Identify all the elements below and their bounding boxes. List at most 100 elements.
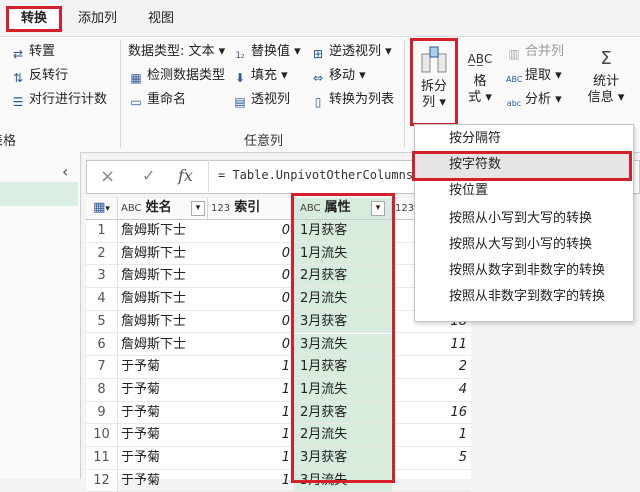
menu-item-split-digit-to-nondigit[interactable]: 按照从数字到非数字的转换 [415,258,631,284]
commit-icon[interactable]: ✓ [142,166,155,185]
row-number[interactable]: 8 [86,378,118,402]
row-number[interactable]: 2 [86,242,118,266]
cell-name[interactable]: 于予菊 [118,424,208,447]
fill-button[interactable]: ⬇ 填充 ▾ [232,66,288,86]
data-type-dropdown[interactable]: 数据类型: 文本 ▾ [128,42,225,62]
convert-to-list-button[interactable]: ▯ 转换为列表 [310,90,394,110]
extract-button[interactable]: ABC 提取 ▾ [506,66,562,86]
rename-button[interactable]: ▭ 重命名 [128,90,186,110]
tab-add-column[interactable]: 添加列 [78,6,117,32]
tab-transform[interactable]: 转换 [6,6,62,32]
cell-attribute[interactable]: 2月获客 [294,265,392,289]
menu-item-split-by-position[interactable]: 按位置 [415,178,631,204]
cell-value[interactable]: 11 [392,334,471,357]
row-number[interactable]: 6 [86,333,118,357]
parse-button[interactable]: abc 分析 ▾ [506,90,562,110]
detect-type-button[interactable]: ▦ 检测数据类型 [128,66,225,86]
fx-icon[interactable]: fx [178,166,193,185]
cell-name[interactable]: 詹姆斯下士 [118,243,208,266]
cell-index[interactable]: 0 [208,265,294,289]
row-number[interactable]: 4 [86,288,118,311]
cell-attribute[interactable]: 1月流失 [294,378,392,402]
transpose-button[interactable]: ⇄ 转置 [10,42,55,62]
cell-attribute[interactable]: 3月流失 [294,469,392,492]
cell-index[interactable]: 1 [208,447,294,470]
cell-name[interactable]: 詹姆斯下士 [118,311,208,334]
cell-name[interactable]: 詹姆斯下士 [118,220,208,243]
cell-name[interactable]: 詹姆斯下士 [118,288,208,311]
cell-attribute[interactable]: 1月获客 [294,356,392,379]
menu-item-split-by-delimiter[interactable]: 按分隔符 [415,126,631,152]
row-number[interactable]: 7 [86,356,118,379]
cell-value[interactable]: 1 [392,424,471,447]
column-header-name[interactable]: ABC 姓名 ▾ [118,198,208,220]
detect-type-icon: ▦ [130,71,142,85]
cell-index[interactable]: 1 [208,402,294,425]
row-number[interactable]: 5 [86,310,118,334]
column-header-attribute[interactable]: ABC 属性 ▾ [294,198,392,220]
move-button[interactable]: ⇔ 移动 ▾ [310,66,366,86]
filter-dropdown-icon[interactable]: ▾ [371,201,385,216]
cell-value[interactable] [392,470,471,492]
cell-attribute[interactable]: 1月获客 [294,220,392,243]
chevron-down-icon: ▾ [105,204,110,214]
cell-attribute[interactable]: 2月流失 [294,424,392,447]
cell-value[interactable]: 4 [392,379,471,402]
statistics-button[interactable]: Σ 统计 信息 ▾ [586,44,626,106]
cell-index[interactable]: 0 [208,288,294,311]
cell-index[interactable]: 1 [208,379,294,402]
cell-name[interactable]: 于予菊 [118,402,208,425]
cell-name[interactable]: 于予菊 [118,379,208,402]
cell-attribute[interactable]: 2月流失 [294,288,392,311]
cell-name[interactable]: 于予菊 [118,447,208,470]
parse-icon: abc [506,99,522,108]
menu-item-split-lower-to-upper[interactable]: 按照从小写到大写的转换 [415,206,631,232]
menu-item-split-upper-to-lower[interactable]: 按照从大写到小写的转换 [415,232,631,258]
cell-attribute[interactable]: 3月流失 [294,333,392,357]
cell-value[interactable]: 16 [392,402,471,425]
row-number[interactable]: 12 [86,469,118,492]
menu-item-split-by-character-count[interactable]: 按字符数 [415,152,631,178]
cell-value[interactable]: 5 [392,447,471,470]
row-number[interactable]: 11 [86,447,118,470]
collapse-pane-icon[interactable]: ‹ [62,162,68,181]
unpivot-columns-button[interactable]: ⊞ 逆透视列 ▾ [310,42,392,62]
row-number[interactable]: 10 [86,424,118,447]
cell-index[interactable]: 1 [208,424,294,447]
cell-attribute[interactable]: 1月流失 [294,242,392,266]
formula-input[interactable]: = Table.UnpivotOtherColumns [218,168,413,182]
cell-name[interactable]: 于予菊 [118,470,208,492]
cell-name[interactable]: 于予菊 [118,356,208,379]
merge-columns-button[interactable]: ▥ 合并列 [506,42,564,62]
cell-index[interactable]: 0 [208,243,294,266]
pivot-column-button[interactable]: ▤ 透视列 [232,90,290,110]
count-rows-button[interactable]: ☰ 对行进行计数 [10,90,107,110]
cell-index[interactable]: 1 [208,470,294,492]
filter-dropdown-icon[interactable]: ▾ [191,201,205,216]
cell-attribute[interactable]: 3月获客 [294,310,392,334]
number-type-icon: 123 [211,203,231,214]
split-column-button[interactable]: 拆分 列 ▾ [414,44,454,111]
cell-index[interactable]: 0 [208,220,294,243]
reverse-rows-button[interactable]: ⇅ 反转行 [10,66,68,86]
cell-name[interactable]: 詹姆斯下士 [118,265,208,289]
table-menu-button[interactable]: ▦▾ [86,198,118,220]
cell-attribute[interactable]: 3月获客 [294,447,392,470]
selected-query[interactable] [0,182,78,206]
cell-index[interactable]: 0 [208,334,294,357]
cell-index[interactable]: 0 [208,311,294,334]
column-header-index[interactable]: 123 索引 [208,198,294,220]
format-button[interactable]: A̲B̲C 格 式 ▾ [462,44,498,106]
cell-name[interactable]: 詹姆斯下士 [118,334,208,357]
cell-index[interactable]: 1 [208,356,294,379]
menu-item-split-nondigit-to-digit[interactable]: 按照从非数字到数字的转换 [415,284,631,310]
row-number[interactable]: 1 [86,220,118,243]
chevron-down-icon: ▾ [294,44,301,59]
row-number[interactable]: 9 [86,401,118,425]
replace-values-button[interactable]: 1₂ 替换值 ▾ [232,42,301,62]
cell-value[interactable]: 2 [392,356,471,379]
row-number[interactable]: 3 [86,265,118,289]
cancel-icon[interactable]: × [100,166,115,187]
tab-view[interactable]: 视图 [148,6,174,32]
cell-attribute[interactable]: 2月获客 [294,401,392,425]
